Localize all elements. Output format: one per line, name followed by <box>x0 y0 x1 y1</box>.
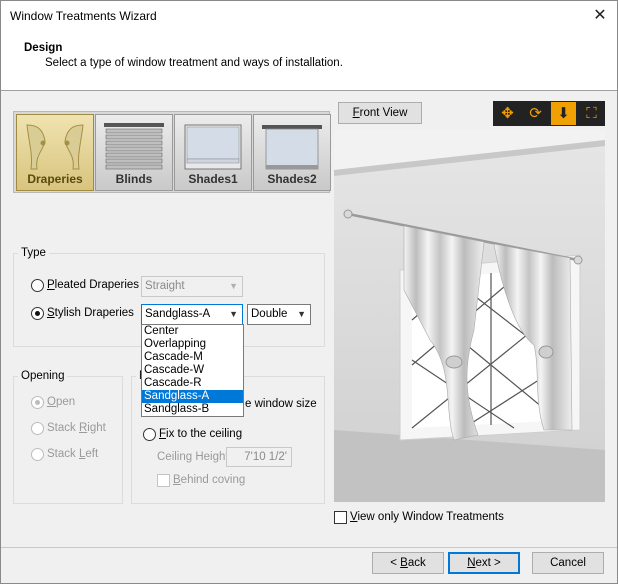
chevron-down-icon: ▼ <box>229 309 238 319</box>
next-button[interactable]: Next > <box>448 552 520 574</box>
dropdown-option-selected[interactable]: Sandglass-A <box>142 390 243 403</box>
stylish-draperies-radio[interactable] <box>31 307 44 320</box>
page-title: Design <box>24 42 63 54</box>
view-only-treatments-checkbox[interactable] <box>334 511 347 524</box>
toolbar-item-label: Shades2 <box>267 172 317 186</box>
dropdown-option[interactable]: Sandglass-B <box>142 403 243 416</box>
opening-group-legend: Opening <box>21 370 65 382</box>
wizard-header: Design Select a type of window treatment… <box>1 31 617 91</box>
draperies-icon <box>26 124 84 170</box>
opening-stack-left-label[interactable]: Stack Left <box>47 448 98 460</box>
dropdown-option[interactable]: Cascade-M <box>142 351 243 364</box>
panel-count-select[interactable]: Double ▼ <box>247 304 311 325</box>
opening-stack-right-label[interactable]: Stack Right <box>47 422 106 434</box>
opening-stack-left-radio[interactable] <box>31 448 44 461</box>
ceiling-height-label: Ceiling Height: <box>157 451 232 463</box>
fix-to-ceiling-label[interactable]: Fix to the ceiling <box>159 428 242 440</box>
toolbar-item-label: Draperies <box>27 172 83 186</box>
close-icon[interactable]: ✕ <box>583 1 617 31</box>
fit-icon[interactable]: ⛶ <box>579 102 604 125</box>
title-bar: Window Treatments Wizard ✕ <box>1 1 617 31</box>
chevron-down-icon: ▼ <box>229 281 238 291</box>
footer-divider <box>1 547 617 548</box>
fix-to-ceiling-radio[interactable] <box>143 428 156 441</box>
rotate-icon[interactable]: ⟳ <box>523 102 548 125</box>
opening-open-label[interactable]: Open <box>47 396 75 408</box>
shades2-icon <box>262 125 322 170</box>
view-tool-strip: ✥ ⟳ ⬇ ⛶ <box>493 101 605 126</box>
opening-open-radio[interactable] <box>31 396 44 409</box>
dropdown-option[interactable]: Center <box>142 325 243 338</box>
stylish-draperies-label[interactable]: Stylish Draperies <box>47 307 134 319</box>
zoom-icon[interactable]: ⬇ <box>551 102 576 125</box>
behind-coving-label[interactable]: Behind coving <box>173 474 245 486</box>
panel-count-value: Double <box>251 308 288 320</box>
stylish-style-value: Sandglass-A <box>145 308 211 320</box>
opening-group: Opening <box>13 370 123 504</box>
opening-stack-right-radio[interactable] <box>31 422 44 435</box>
toolbar-item-shades1[interactable]: Shades1 <box>174 114 252 191</box>
curtain-preview-image <box>334 130 605 502</box>
back-button[interactable]: < Back <box>372 552 444 574</box>
wizard-window: Window Treatments Wizard ✕ Design Select… <box>0 0 618 584</box>
page-subtitle: Select a type of window treatment and wa… <box>45 57 343 69</box>
pleated-draperies-label[interactable]: Pleated Draperies <box>47 279 139 291</box>
dropdown-option[interactable]: Overlapping <box>142 338 243 351</box>
toolbar-item-blinds[interactable]: Blinds <box>95 114 173 191</box>
window-title: Window Treatments Wizard <box>10 9 157 23</box>
preview-viewport[interactable] <box>334 130 605 502</box>
window-size-label[interactable]: e window size <box>245 398 317 410</box>
ceiling-height-value: 7'10 1/2' <box>244 451 287 463</box>
move-icon[interactable]: ✥ <box>495 102 520 125</box>
ceiling-height-input[interactable]: 7'10 1/2' <box>226 447 292 467</box>
chevron-down-icon: ▼ <box>297 309 306 319</box>
toolbar-item-label: Blinds <box>115 172 153 186</box>
pleated-style-value: Straight <box>145 280 185 292</box>
pleated-draperies-radio[interactable] <box>31 279 44 292</box>
view-only-treatments-label[interactable]: View only Window Treatments <box>350 511 504 523</box>
type-group-legend: Type <box>21 247 46 259</box>
cancel-button[interactable]: Cancel <box>532 552 604 574</box>
toolbar-item-draperies[interactable]: Draperies <box>16 114 94 191</box>
blinds-icon <box>104 123 164 170</box>
toolbar-item-shades2[interactable]: Shades2 <box>253 114 331 191</box>
front-view-button[interactable]: Front View <box>338 102 422 124</box>
style-dropdown-list[interactable]: Center Overlapping Cascade-M Cascade-W C… <box>141 324 244 417</box>
behind-coving-checkbox[interactable] <box>157 474 170 487</box>
pleated-style-select[interactable]: Straight ▼ <box>141 276 243 297</box>
shades1-icon <box>184 124 242 170</box>
toolbar-item-label: Shades1 <box>188 172 238 186</box>
dropdown-option[interactable]: Cascade-R <box>142 377 243 390</box>
dropdown-option[interactable]: Cascade-W <box>142 364 243 377</box>
stylish-style-select[interactable]: Sandglass-A ▼ <box>141 304 243 325</box>
treatment-toolbar: Draperies Blinds Shades1 Shades2 <box>13 111 331 193</box>
